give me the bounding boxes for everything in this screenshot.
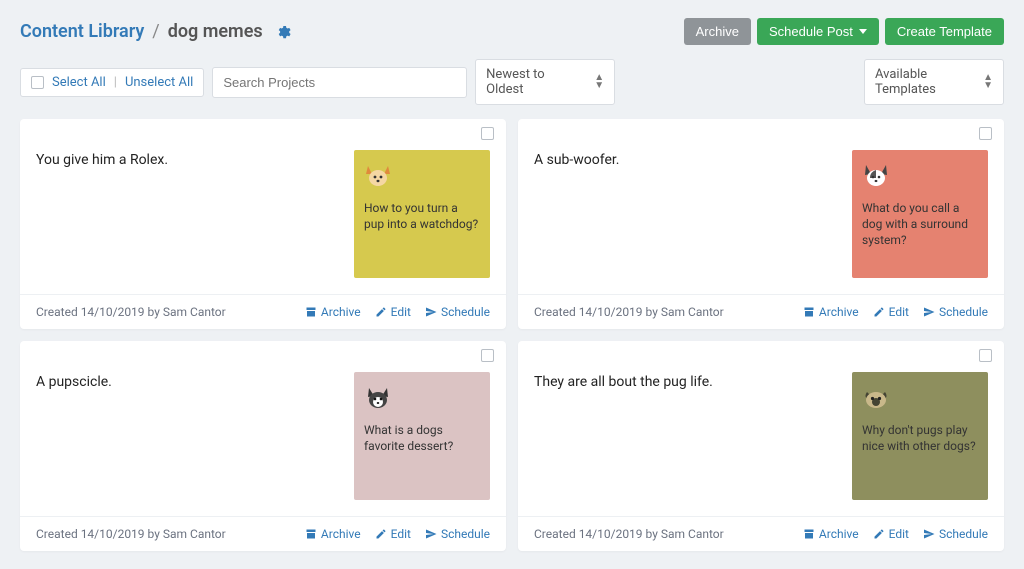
dog-icon	[862, 162, 890, 190]
tile-caption: What is a dogs favorite dessert?	[364, 422, 480, 454]
select-divider: |	[114, 75, 117, 90]
schedule-icon	[425, 528, 437, 540]
select-all-link[interactable]: Select All	[52, 75, 106, 90]
card-edit-action[interactable]: Edit	[375, 527, 411, 541]
card-edit-action[interactable]: Edit	[873, 305, 909, 319]
archive-icon	[803, 528, 815, 540]
sort-dropdown[interactable]: Newest to Oldest ▲▼	[475, 59, 615, 105]
archive-icon	[803, 306, 815, 318]
card-text: They are all bout the pug life.	[534, 372, 838, 500]
card-meta: Created 14/10/2019 by Sam Cantor	[36, 305, 226, 319]
schedule-icon	[923, 528, 935, 540]
card-archive-action[interactable]: Archive	[305, 305, 361, 319]
edit-icon	[873, 306, 885, 318]
card-thumbnail: How to you turn a pup into a watchdog?	[354, 150, 490, 278]
card-thumbnail: Why don't pugs play nice with other dogs…	[852, 372, 988, 500]
edit-icon	[873, 528, 885, 540]
content-card: A pupscicle. What is a dogs favorite des…	[20, 341, 506, 551]
card-thumbnail: What is a dogs favorite dessert?	[354, 372, 490, 500]
content-library-link[interactable]: Content Library	[20, 21, 144, 42]
archive-icon	[305, 306, 317, 318]
templates-dropdown[interactable]: Available Templates ▲▼	[864, 59, 1004, 105]
card-meta: Created 14/10/2019 by Sam Cantor	[534, 527, 724, 541]
dog-icon	[862, 384, 890, 412]
card-schedule-action[interactable]: Schedule	[923, 305, 988, 319]
card-checkbox[interactable]	[979, 127, 992, 140]
header-actions: Archive Schedule Post Create Template	[684, 18, 1004, 45]
card-archive-action[interactable]: Archive	[803, 527, 859, 541]
dog-icon	[364, 162, 392, 190]
edit-icon	[375, 306, 387, 318]
content-card: A sub-woofer. What do you call a dog wit…	[518, 119, 1004, 329]
schedule-icon	[923, 306, 935, 318]
breadcrumb: Content Library / dog memes	[20, 21, 291, 42]
card-edit-action[interactable]: Edit	[873, 527, 909, 541]
sort-label: Newest to Oldest	[486, 67, 582, 97]
breadcrumb-sep: /	[152, 21, 159, 42]
card-text: You give him a Rolex.	[36, 150, 340, 278]
content-card: They are all bout the pug life. Why don'…	[518, 341, 1004, 551]
tile-caption: What do you call a dog with a surround s…	[862, 200, 978, 249]
card-edit-action[interactable]: Edit	[375, 305, 411, 319]
select-all-checkbox[interactable]	[31, 76, 44, 89]
schedule-post-label: Schedule Post	[769, 24, 853, 39]
create-template-button[interactable]: Create Template	[885, 18, 1004, 45]
dog-icon	[364, 384, 392, 412]
card-archive-action[interactable]: Archive	[305, 527, 361, 541]
updown-icon: ▲▼	[594, 74, 604, 90]
updown-icon: ▲▼	[983, 74, 993, 90]
unselect-all-link[interactable]: Unselect All	[125, 75, 193, 90]
templates-label: Available Templates	[875, 67, 971, 97]
breadcrumb-folder: dog memes	[168, 21, 263, 42]
schedule-icon	[425, 306, 437, 318]
edit-icon	[375, 528, 387, 540]
card-checkbox[interactable]	[979, 349, 992, 362]
card-text: A pupscicle.	[36, 372, 340, 500]
search-input[interactable]	[212, 67, 467, 98]
card-archive-action[interactable]: Archive	[803, 305, 859, 319]
caret-down-icon	[859, 29, 867, 34]
archive-button[interactable]: Archive	[684, 18, 751, 45]
card-schedule-action[interactable]: Schedule	[425, 527, 490, 541]
card-meta: Created 14/10/2019 by Sam Cantor	[36, 527, 226, 541]
tile-caption: Why don't pugs play nice with other dogs…	[862, 422, 978, 454]
card-checkbox[interactable]	[481, 127, 494, 140]
select-controls: Select All | Unselect All	[20, 68, 204, 97]
tile-caption: How to you turn a pup into a watchdog?	[364, 200, 480, 232]
schedule-post-button[interactable]: Schedule Post	[757, 18, 879, 45]
card-schedule-action[interactable]: Schedule	[923, 527, 988, 541]
gear-icon[interactable]	[275, 24, 291, 40]
content-card: You give him a Rolex. How to you turn a …	[20, 119, 506, 329]
archive-icon	[305, 528, 317, 540]
card-thumbnail: What do you call a dog with a surround s…	[852, 150, 988, 278]
card-text: A sub-woofer.	[534, 150, 838, 278]
card-checkbox[interactable]	[481, 349, 494, 362]
card-schedule-action[interactable]: Schedule	[425, 305, 490, 319]
card-meta: Created 14/10/2019 by Sam Cantor	[534, 305, 724, 319]
